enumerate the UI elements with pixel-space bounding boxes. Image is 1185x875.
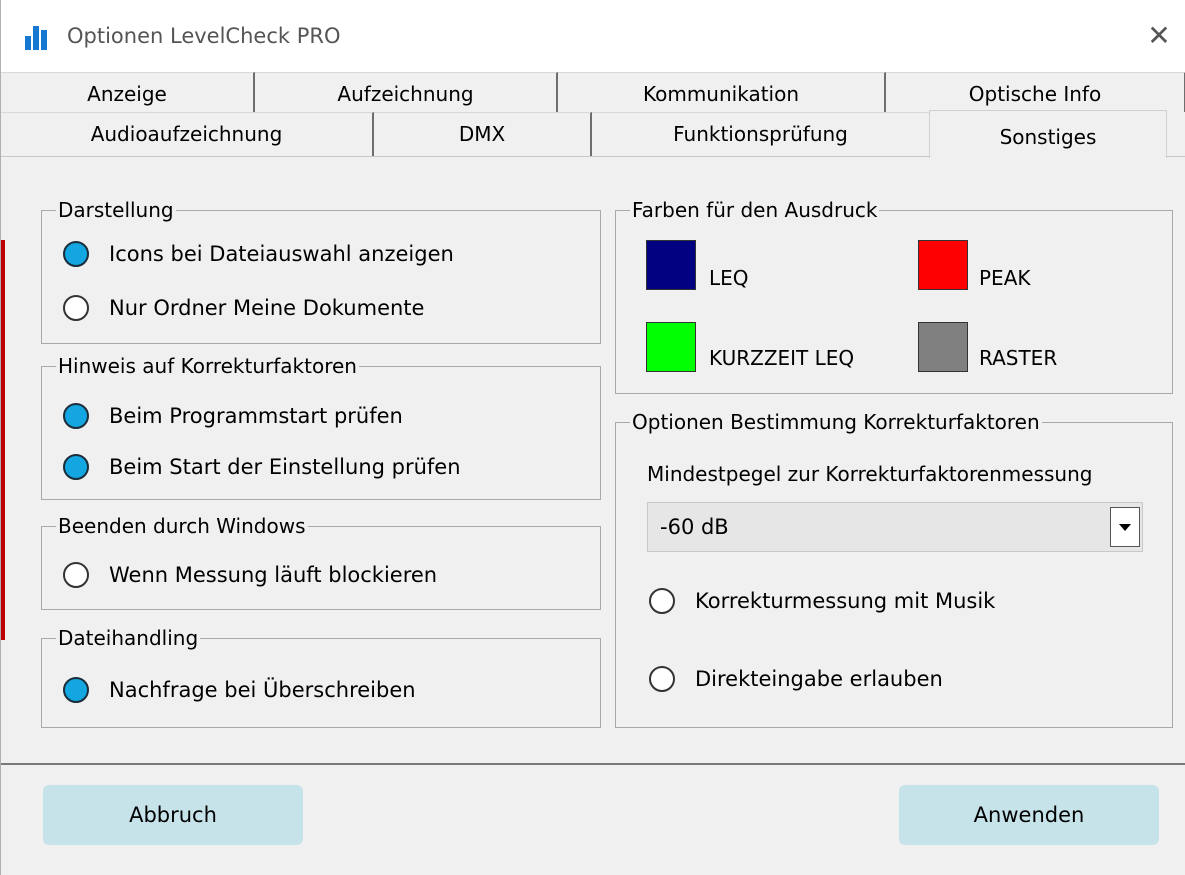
group-title: Darstellung [56,197,176,223]
radio-indicator [649,588,675,614]
group-title: Optionen Bestimmung Korrekturfaktoren [630,409,1042,435]
tab-audioaufzeichnung[interactable]: Audioaufzeichnung [1,112,374,156]
group-farben-ausdruck: Farben für den Ausdruck [615,197,1173,394]
color-swatch-raster[interactable] [918,322,968,372]
swatch-label-peak: PEAK [979,266,1031,290]
close-icon[interactable]: ✕ [1141,18,1177,54]
min-level-label: Mindestpegel zur Korrekturfaktorenmessun… [647,462,1093,486]
radio-direkteingabe[interactable]: Direkteingabe erlauben [649,666,943,692]
cancel-button[interactable]: Abbruch [43,785,303,845]
radio-programmstart-pruefen[interactable]: Beim Programmstart prüfen [63,403,403,429]
radio-indicator-selected [63,403,89,429]
swatch-label-kurzzeit-leq: KURZZEIT LEQ [709,346,855,370]
tab-aufzeichnung[interactable]: Aufzeichnung [255,72,558,112]
color-swatch-leq[interactable] [646,240,696,290]
radio-label: Nur Ordner Meine Dokumente [109,296,425,320]
radio-messung-blockieren[interactable]: Wenn Messung läuft blockieren [63,562,437,588]
chevron-down-icon[interactable] [1110,507,1140,547]
radio-label: Icons bei Dateiauswahl anzeigen [109,242,454,266]
radio-nachfrage-ueberschreiben[interactable]: Nachfrage bei Überschreiben [63,677,416,703]
group-title: Beenden durch Windows [56,513,308,539]
window-edge-marker [1,240,5,640]
radio-label: Beim Start der Einstellung prüfen [109,455,461,479]
radio-indicator [649,666,675,692]
group-title: Farben für den Ausdruck [630,197,880,223]
tab-divider [1,156,929,157]
swatch-label-raster: RASTER [979,346,1058,370]
radio-label: Beim Programmstart prüfen [109,404,403,428]
swatch-label-leq: LEQ [709,266,749,290]
tab-funktionspruefung[interactable]: Funktionsprüfung [592,112,929,156]
radio-label: Wenn Messung läuft blockieren [109,563,438,587]
radio-indicator [63,295,89,321]
options-dialog: Optionen LevelCheck PRO ✕ Anzeige Aufzei… [0,0,1185,875]
tab-optische-info[interactable]: Optische Info [886,72,1185,112]
radio-icons-dateiauswahl[interactable]: Icons bei Dateiauswahl anzeigen [63,241,454,267]
radio-indicator-selected [63,241,89,267]
radio-indicator-selected [63,454,89,480]
min-level-value: -60 dB [660,515,729,539]
radio-korrekturmessung-musik[interactable]: Korrekturmessung mit Musik [649,588,995,614]
tab-anzeige[interactable]: Anzeige [1,72,255,112]
radio-label: Direkteingabe erlauben [695,667,943,691]
tab-kommunikation[interactable]: Kommunikation [558,72,886,112]
group-title: Hinweis auf Korrekturfaktoren [56,353,359,379]
radio-label: Korrekturmessung mit Musik [695,589,996,613]
radio-start-einstellung-pruefen[interactable]: Beim Start der Einstellung prüfen [63,454,461,480]
radio-label: Nachfrage bei Überschreiben [109,678,416,702]
color-swatch-peak[interactable] [918,240,968,290]
min-level-select[interactable]: -60 dB [647,502,1143,552]
group-title: Dateihandling [56,625,201,651]
radio-indicator-selected [63,677,89,703]
group-darstellung: Darstellung [41,197,601,344]
title-bar: Optionen LevelCheck PRO ✕ [1,0,1185,72]
apply-button[interactable]: Anwenden [899,785,1159,845]
tab-divider-right [1167,156,1185,157]
color-swatch-kurzzeit-leq[interactable] [646,322,696,372]
tab-dmx[interactable]: DMX [374,112,592,156]
window-title: Optionen LevelCheck PRO [67,24,341,48]
radio-indicator [63,562,89,588]
radio-nur-ordner[interactable]: Nur Ordner Meine Dokumente [63,295,424,321]
tab-sonstiges[interactable]: Sonstiges [929,110,1167,158]
bar-chart-icon [25,26,51,50]
